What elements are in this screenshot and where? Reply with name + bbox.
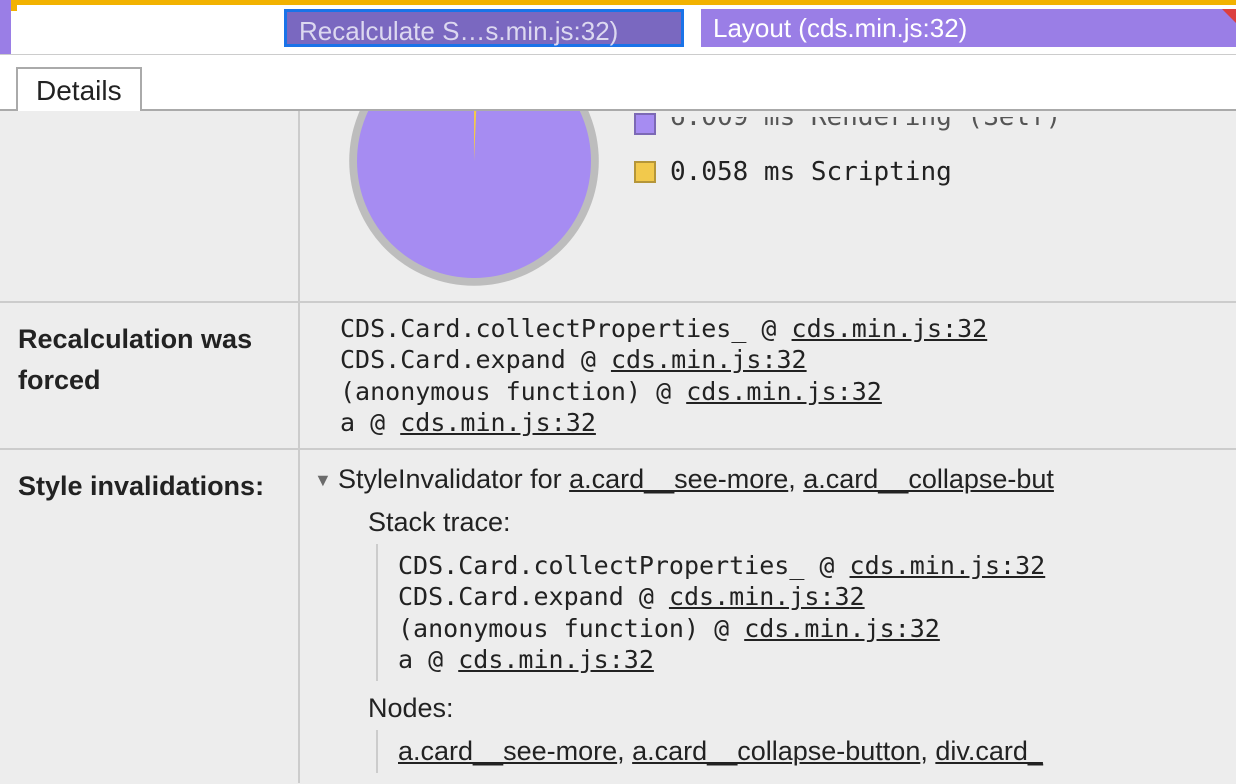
- legend-scripting-text: 0.058 ms Scripting: [670, 157, 952, 187]
- source-link[interactable]: cds.min.js:32: [792, 314, 988, 343]
- chevron-down-icon[interactable]: ▼: [314, 470, 332, 491]
- source-link[interactable]: cds.min.js:32: [850, 551, 1046, 580]
- warning-icon: [1222, 9, 1236, 23]
- details-panel: 6.009 ms Rendering (Self) 0.058 ms Scrip…: [0, 111, 1236, 784]
- node-link[interactable]: a.card__collapse-but: [803, 464, 1054, 494]
- source-link[interactable]: cds.min.js:32: [669, 582, 865, 611]
- tab-details[interactable]: Details: [16, 67, 142, 111]
- nodes-list: a.card__see-more, a.card__collapse-butto…: [398, 736, 1054, 767]
- aggregated-time-label: [0, 111, 300, 301]
- invalidator-header: StyleInvalidator for a.card__see-more, a…: [338, 464, 1054, 495]
- stack-frame-text: a @: [340, 408, 400, 437]
- legend-rendering: 6.009 ms Rendering (Self): [634, 113, 1061, 135]
- stack-frame-text: (anonymous function) @: [340, 377, 686, 406]
- stack-frame-text: CDS.Card.collectProperties_ @: [340, 314, 792, 343]
- stack-frame-text: CDS.Card.expand @: [340, 345, 611, 374]
- separator: ,: [788, 464, 803, 494]
- time-pie-chart: [344, 111, 604, 291]
- recalculation-forced-row: Recalculation was forced CDS.Card.collec…: [0, 303, 1236, 450]
- stack-frame-text: CDS.Card.collectProperties_ @: [398, 551, 850, 580]
- stack-frame-text: a @: [398, 645, 458, 674]
- node-link[interactable]: div.card_: [935, 736, 1043, 766]
- invalidator-prefix: StyleInvalidator for: [338, 464, 569, 494]
- stack-trace-heading: Stack trace:: [368, 507, 1054, 538]
- swatch-rendering: [634, 113, 656, 135]
- timeline-stripe: [0, 0, 11, 54]
- source-link[interactable]: cds.min.js:32: [686, 377, 882, 406]
- node-link[interactable]: a.card__see-more: [569, 464, 788, 494]
- swatch-scripting: [634, 161, 656, 183]
- timeline-event-layout-label: Layout (cds.min.js:32): [713, 13, 967, 43]
- stack-frame-text: CDS.Card.expand @: [398, 582, 669, 611]
- aggregated-time-row: 6.009 ms Rendering (Self) 0.058 ms Scrip…: [0, 111, 1236, 303]
- source-link[interactable]: cds.min.js:32: [458, 645, 654, 674]
- details-tabs: Details: [0, 55, 1236, 111]
- style-invalidations-row: Style invalidations: ▼ StyleInvalidator …: [0, 450, 1236, 783]
- legend-rendering-text: 6.009 ms Rendering (Self): [670, 117, 1061, 132]
- timeline-event-recalculate-style[interactable]: Recalculate S…s.min.js:32): [284, 9, 684, 47]
- recalculation-forced-label: Recalculation was forced: [0, 303, 300, 448]
- timeline-top-bar: [11, 0, 1236, 5]
- timeline-bar: Recalculate S…s.min.js:32) Layout (cds.m…: [0, 0, 1236, 55]
- timeline-event-layout[interactable]: Layout (cds.min.js:32): [701, 9, 1236, 47]
- node-link[interactable]: a.card__see-more: [398, 736, 617, 766]
- source-link[interactable]: cds.min.js:32: [400, 408, 596, 437]
- forced-stack-trace: CDS.Card.collectProperties_ @ cds.min.js…: [340, 313, 1236, 438]
- legend-scripting: 0.058 ms Scripting: [634, 157, 1061, 187]
- source-link[interactable]: cds.min.js:32: [744, 614, 940, 643]
- nodes-heading: Nodes:: [368, 693, 1054, 724]
- source-link[interactable]: cds.min.js:32: [611, 345, 807, 374]
- stack-frame-text: (anonymous function) @: [398, 614, 744, 643]
- node-link[interactable]: a.card__collapse-button: [632, 736, 920, 766]
- separator: ,: [617, 736, 632, 766]
- invalidator-stack-trace: CDS.Card.collectProperties_ @ cds.min.js…: [398, 550, 1054, 675]
- separator: ,: [920, 736, 935, 766]
- style-invalidations-label: Style invalidations:: [0, 450, 300, 783]
